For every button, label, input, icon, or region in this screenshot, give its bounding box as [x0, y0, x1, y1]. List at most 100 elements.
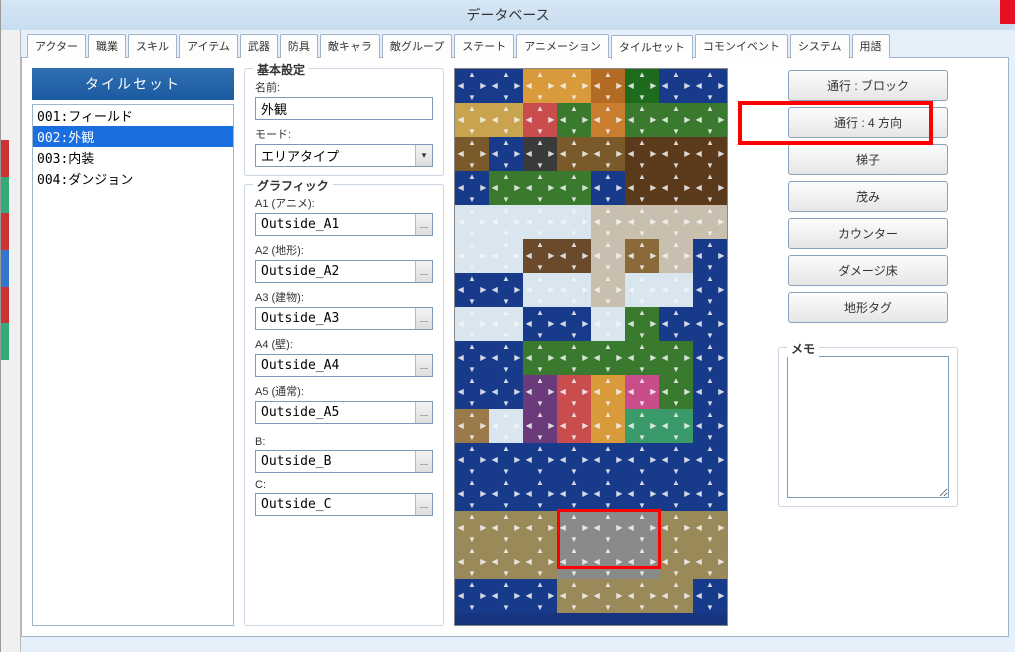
tile-cell[interactable]: ▲◀▶▼ [455, 477, 489, 511]
tile-cell[interactable]: ▲◀▶▼ [625, 545, 659, 579]
tile-cell[interactable]: ▲◀▶▼ [591, 205, 625, 239]
graphic-field-input[interactable] [255, 354, 433, 377]
tab-class[interactable]: 職業 [88, 34, 126, 58]
tile-cell[interactable]: ▲◀▶▼ [523, 545, 557, 579]
tile-cell[interactable]: ▲◀▶▼ [625, 137, 659, 171]
tile-cell[interactable]: ▲◀▶▼ [557, 273, 591, 307]
tile-cell[interactable]: ▲◀▶▼ [659, 341, 693, 375]
tile-cell[interactable]: ▲◀▶▼ [523, 511, 557, 545]
tile-cell[interactable]: ▲◀▶▼ [557, 239, 591, 273]
tile-cell[interactable]: ▲◀▶▼ [625, 273, 659, 307]
passage-block-button[interactable]: 通行 : ブロック [788, 70, 948, 101]
tab-common[interactable]: コモンイベント [695, 34, 788, 58]
chevron-down-icon[interactable]: ▾ [415, 145, 432, 166]
tile-cell[interactable]: ▲◀▶▼ [523, 341, 557, 375]
tile-cell[interactable]: ▲◀▶▼ [455, 273, 489, 307]
tile-cell[interactable]: ▲◀▶▼ [455, 171, 489, 205]
tile-cell[interactable]: ▲◀▶▼ [523, 69, 557, 103]
tile-cell[interactable]: ▲◀▶▼ [659, 171, 693, 205]
tile-cell[interactable]: ▲◀▶▼ [659, 103, 693, 137]
tile-cell[interactable]: ▲◀▶▼ [591, 273, 625, 307]
tab-enemy[interactable]: 敵キャラ [320, 34, 380, 58]
tile-cell[interactable]: ▲◀▶▼ [591, 137, 625, 171]
tile-cell[interactable]: ▲◀▶▼ [591, 443, 625, 477]
tile-cell[interactable]: ▲◀▶▼ [625, 579, 659, 613]
tab-anim[interactable]: アニメーション [516, 34, 609, 58]
counter-button[interactable]: カウンター [788, 218, 948, 249]
graphic-field-input[interactable] [255, 260, 433, 283]
tile-cell[interactable]: ▲◀▶▼ [489, 375, 523, 409]
ellipsis-icon[interactable]: … [415, 261, 432, 282]
tile-cell[interactable]: ▲◀▶▼ [591, 239, 625, 273]
tile-cell[interactable]: ▲◀▶▼ [489, 545, 523, 579]
tile-cell[interactable]: ▲◀▶▼ [693, 341, 727, 375]
tile-cell[interactable]: ▲◀▶▼ [625, 511, 659, 545]
tile-cell[interactable]: ▲◀▶▼ [557, 477, 591, 511]
tile-cell[interactable]: ▲◀▶▼ [591, 579, 625, 613]
tile-cell[interactable]: ▲◀▶▼ [659, 545, 693, 579]
tile-cell[interactable]: ▲◀▶▼ [523, 443, 557, 477]
tile-cell[interactable]: ▲◀▶▼ [489, 341, 523, 375]
tile-cell[interactable]: ▲◀▶▼ [557, 409, 591, 443]
tile-cell[interactable]: ▲◀▶▼ [523, 307, 557, 341]
tile-cell[interactable]: ▲◀▶▼ [591, 171, 625, 205]
window-titlebar[interactable]: データベース [1, 0, 1015, 30]
tile-cell[interactable]: ▲◀▶▼ [557, 137, 591, 171]
terrain-tag-button[interactable]: 地形タグ [788, 292, 948, 323]
tile-cell[interactable]: ▲◀▶▼ [523, 137, 557, 171]
tile-cell[interactable]: ▲◀▶▼ [489, 171, 523, 205]
tab-armor[interactable]: 防具 [280, 34, 318, 58]
tile-cell[interactable]: ▲◀▶▼ [489, 443, 523, 477]
ellipsis-icon[interactable]: … [415, 214, 432, 235]
ellipsis-icon[interactable]: … [415, 355, 432, 376]
tile-cell[interactable]: ▲◀▶▼ [557, 443, 591, 477]
tile-cell[interactable]: ▲◀▶▼ [591, 409, 625, 443]
graphic-field-input[interactable] [255, 401, 433, 424]
tile-cell[interactable]: ▲◀▶▼ [455, 443, 489, 477]
tile-cell[interactable]: ▲◀▶▼ [557, 545, 591, 579]
tile-cell[interactable]: ▲◀▶▼ [659, 409, 693, 443]
ladder-button[interactable]: 梯子 [788, 144, 948, 175]
bush-button[interactable]: 茂み [788, 181, 948, 212]
tile-cell[interactable]: ▲◀▶▼ [455, 511, 489, 545]
tile-cell[interactable]: ▲◀▶▼ [625, 341, 659, 375]
tile-cell[interactable]: ▲◀▶▼ [489, 511, 523, 545]
tile-cell[interactable]: ▲◀▶▼ [693, 579, 727, 613]
tile-cell[interactable]: ▲◀▶▼ [489, 205, 523, 239]
tile-cell[interactable]: ▲◀▶▼ [591, 477, 625, 511]
tile-cell[interactable]: ▲◀▶▼ [557, 375, 591, 409]
tile-cell[interactable]: ▲◀▶▼ [659, 239, 693, 273]
tile-cell[interactable]: ▲◀▶▼ [625, 477, 659, 511]
tile-cell[interactable]: ▲◀▶▼ [591, 307, 625, 341]
tab-skill[interactable]: スキル [128, 34, 177, 58]
tile-cell[interactable]: ▲◀▶▼ [659, 205, 693, 239]
tile-cell[interactable]: ▲◀▶▼ [625, 307, 659, 341]
tile-cell[interactable]: ▲◀▶▼ [455, 307, 489, 341]
tab-troop[interactable]: 敵グループ [382, 34, 452, 58]
tile-cell[interactable]: ▲◀▶▼ [693, 477, 727, 511]
list-item[interactable]: 002:外観 [33, 126, 233, 147]
tile-cell[interactable]: ▲◀▶▼ [625, 103, 659, 137]
tile-cell[interactable]: ▲◀▶▼ [523, 477, 557, 511]
tile-cell[interactable]: ▲◀▶▼ [455, 239, 489, 273]
tile-cell[interactable]: ▲◀▶▼ [693, 103, 727, 137]
tile-cell[interactable]: ▲◀▶▼ [557, 511, 591, 545]
tile-cell[interactable]: ▲◀▶▼ [625, 409, 659, 443]
tile-cell[interactable]: ▲◀▶▼ [455, 205, 489, 239]
tile-cell[interactable]: ▲◀▶▼ [557, 341, 591, 375]
tile-cell[interactable]: ▲◀▶▼ [557, 205, 591, 239]
damage-floor-button[interactable]: ダメージ床 [788, 255, 948, 286]
tile-cell[interactable]: ▲◀▶▼ [557, 103, 591, 137]
tile-cell[interactable]: ▲◀▶▼ [557, 579, 591, 613]
tile-cell[interactable]: ▲◀▶▼ [557, 307, 591, 341]
tab-weapon[interactable]: 武器 [240, 34, 278, 58]
memo-textarea[interactable] [787, 356, 949, 498]
passage-4dir-button[interactable]: 通行 : 4 方向 [788, 107, 948, 138]
tile-cell[interactable]: ▲◀▶▼ [523, 579, 557, 613]
tile-cell[interactable]: ▲◀▶▼ [455, 69, 489, 103]
tile-cell[interactable]: ▲◀▶▼ [489, 239, 523, 273]
tile-cell[interactable]: ▲◀▶▼ [659, 511, 693, 545]
ellipsis-icon[interactable]: … [415, 402, 432, 423]
tile-cell[interactable]: ▲◀▶▼ [523, 103, 557, 137]
tile-cell[interactable]: ▲◀▶▼ [693, 409, 727, 443]
